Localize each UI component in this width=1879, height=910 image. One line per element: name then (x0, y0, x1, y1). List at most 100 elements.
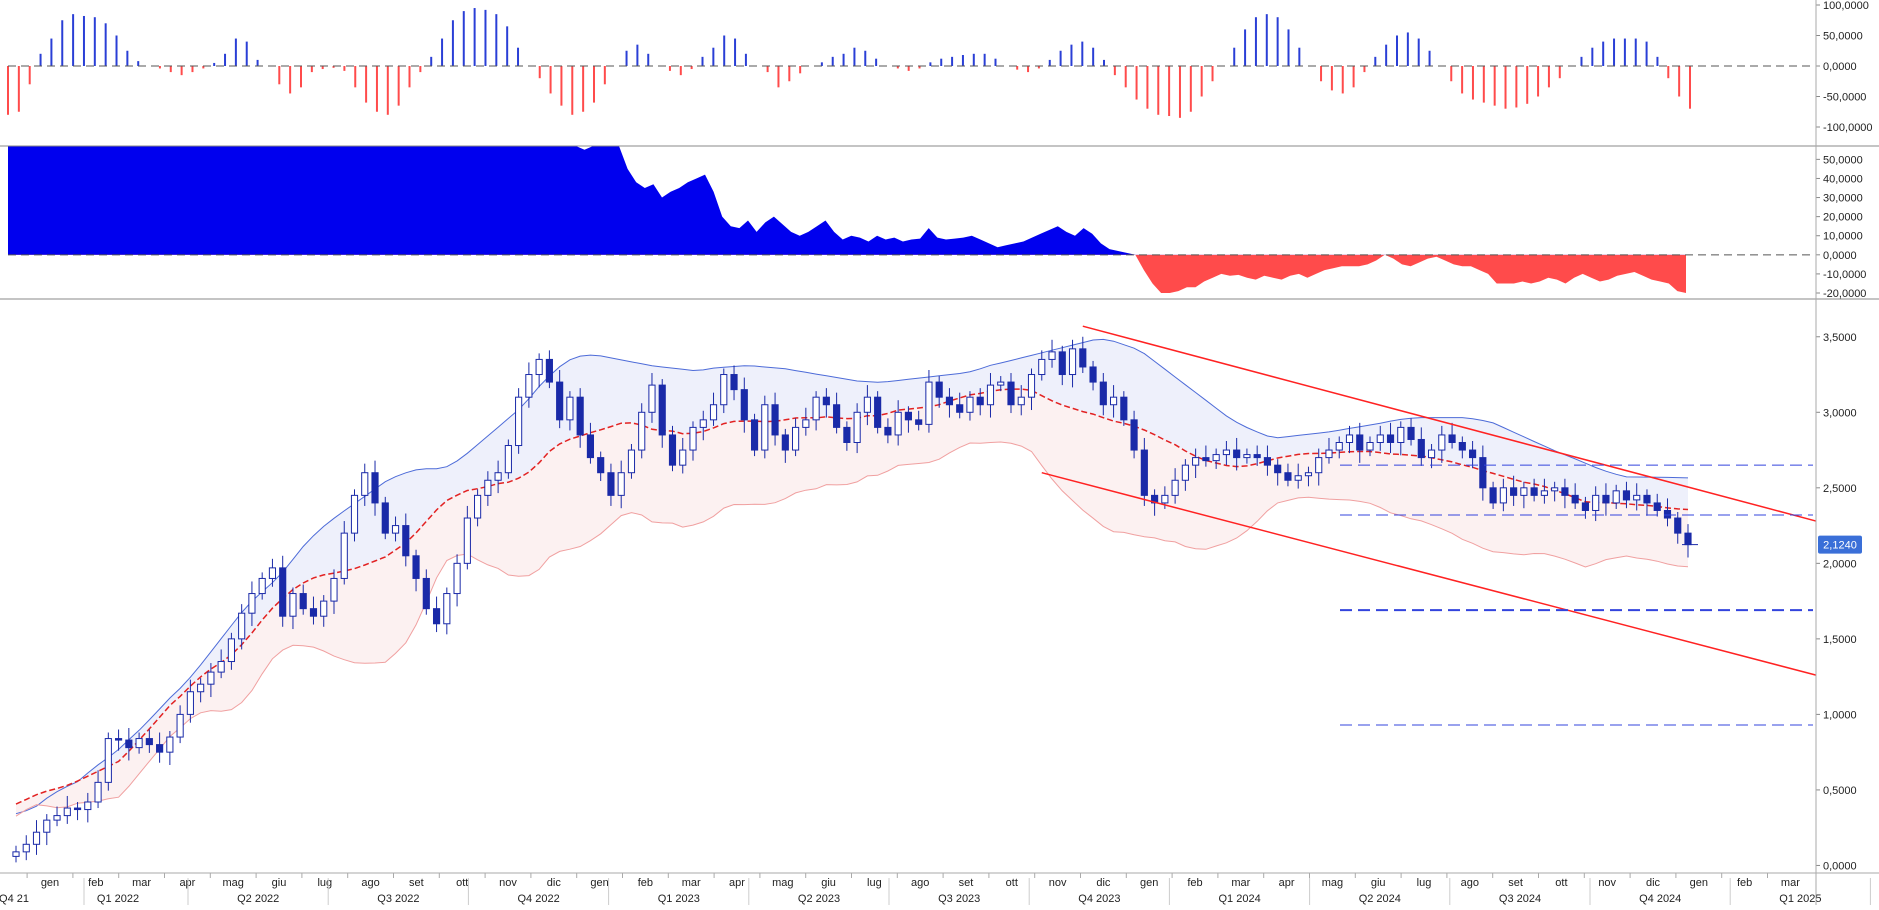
x-quarter-label: Q1 2022 (97, 893, 139, 905)
x-month-label: nov (1049, 877, 1067, 889)
y-tick-label: -50,0000 (1823, 92, 1866, 104)
y-tick-label: 30,0000 (1823, 193, 1863, 205)
candle-body (104, 738, 112, 783)
candle-body (771, 404, 779, 436)
y-tick-label: -20,0000 (1823, 288, 1866, 300)
candle-body (166, 736, 174, 753)
candle-body (566, 396, 574, 421)
candle-body (422, 577, 430, 610)
candle-body (1438, 434, 1446, 451)
x-month-label: set (959, 877, 974, 889)
x-month-label: feb (88, 877, 103, 889)
x-month-label: mag (1322, 877, 1343, 889)
x-month-label: mag (772, 877, 793, 889)
candle-body (1684, 532, 1692, 546)
candle-body (320, 600, 328, 617)
candle-body (997, 381, 1005, 386)
candle-body (63, 807, 71, 817)
x-quarter-label: Q1 2025 (1779, 893, 1821, 905)
candle-body (1469, 449, 1477, 459)
y-tick-label: 0,0000 (1823, 61, 1857, 73)
candle-body (720, 374, 728, 406)
candle-body (1325, 449, 1333, 459)
y-tick-label: 10,0000 (1823, 231, 1863, 243)
candle-body (1510, 487, 1518, 496)
candle-body (884, 426, 892, 436)
candle-body (484, 479, 492, 496)
candle-body (1068, 348, 1077, 376)
candle-body (1602, 494, 1610, 504)
candle-body (1099, 381, 1107, 406)
candle-body (1622, 490, 1631, 501)
x-month-label: nov (1598, 877, 1616, 889)
x-month-label: mar (682, 877, 701, 889)
candle-body (1038, 358, 1046, 376)
candle-body (1304, 472, 1313, 477)
x-month-label: feb (1737, 877, 1752, 889)
candle-body (1171, 479, 1179, 496)
candle-body (740, 389, 748, 421)
candle-body (463, 517, 471, 564)
candle-body (761, 404, 769, 451)
candle-body (935, 381, 943, 398)
candle-body (976, 396, 984, 406)
candle-body (494, 472, 502, 481)
y-tick-label: 2,5000 (1823, 483, 1857, 495)
candle-body (1397, 426, 1405, 444)
candle-body (627, 449, 636, 474)
candle-body (1222, 449, 1230, 456)
candle-body (617, 472, 625, 496)
candle-body (874, 396, 882, 428)
candle-body (1653, 502, 1661, 511)
candle-body (1253, 454, 1261, 459)
x-month-label: giu (1371, 877, 1386, 889)
candle-body (597, 457, 605, 474)
y-tick-label: -10,0000 (1823, 269, 1866, 281)
x-month-label: mar (1781, 877, 1800, 889)
candle-body (1130, 419, 1138, 451)
candle-body (699, 419, 707, 428)
candle-body (709, 404, 718, 421)
x-month-label: mar (1231, 877, 1250, 889)
candle-body (84, 801, 92, 811)
candle-body (1233, 449, 1241, 459)
candle-body (289, 593, 297, 617)
candle-body (812, 396, 820, 421)
candle-body (1407, 426, 1415, 440)
x-quarter-label: Q1 2024 (1218, 893, 1260, 905)
candle-body (504, 445, 512, 474)
candle-body (1643, 494, 1651, 504)
candle-body (535, 358, 543, 376)
x-month-label: giu (821, 877, 836, 889)
candle-body (945, 396, 954, 406)
x-month-label: ago (361, 877, 379, 889)
x-month-label: gen (1140, 877, 1158, 889)
candle-body (94, 781, 102, 803)
x-month-label: dic (547, 877, 562, 889)
candle-body (1079, 348, 1087, 368)
candle-body (1048, 351, 1056, 360)
candle-body (1356, 434, 1364, 451)
candle-body (1027, 374, 1036, 398)
candle-body (156, 744, 164, 753)
candle-body (73, 807, 82, 811)
x-month-label: set (409, 877, 424, 889)
candle-body (638, 411, 646, 451)
candle-body (1612, 490, 1620, 504)
candle-body (238, 612, 246, 640)
x-month-label: lug (867, 877, 882, 889)
candle-body (32, 831, 41, 845)
candle-body (1417, 438, 1425, 459)
y-tick-label: 0,0000 (1823, 860, 1857, 872)
x-axis: gen feb mar apr mag giu lug ago set ott nov dic gen f… (0, 873, 1871, 905)
candle-body (43, 819, 51, 833)
candle-body (186, 691, 194, 715)
candle-body (1448, 434, 1456, 443)
candle-body (248, 593, 256, 614)
x-month-label: apr (1279, 877, 1295, 889)
x-month-label: gen (590, 877, 608, 889)
candle-body (1140, 449, 1148, 496)
x-quarter-label: Q1 2023 (658, 893, 700, 905)
candle-body (453, 562, 461, 595)
candle-body (833, 404, 841, 428)
